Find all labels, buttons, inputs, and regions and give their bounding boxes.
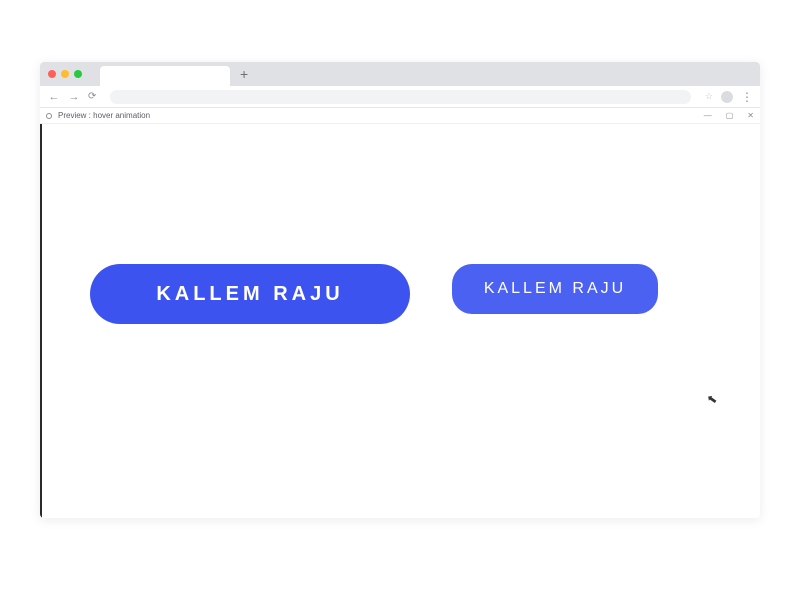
inner-close-button[interactable]: ✕ [747, 111, 754, 120]
inner-maximize-button[interactable]: ▢ [726, 111, 734, 120]
inner-window-controls: — ▢ ✕ [704, 111, 754, 120]
bookmark-icon[interactable]: ☆ [705, 91, 713, 102]
browser-tabbar: + [40, 62, 760, 86]
hover-button-small[interactable]: KALLEM RAJU [452, 264, 658, 314]
page-content: KALLEM RAJU KALLEM RAJU ⬉ [40, 124, 760, 518]
inner-minimize-button[interactable]: — [704, 111, 712, 120]
button-label-small: KALLEM RAJU [484, 280, 626, 298]
browser-window: + ← → ⟳ ☆ ⋮ Preview : hover animation — … [40, 62, 760, 518]
reload-button[interactable]: ⟳ [88, 91, 96, 102]
menu-icon[interactable]: ⋮ [741, 90, 752, 104]
hover-button-large[interactable]: KALLEM RAJU [90, 264, 410, 324]
new-tab-button[interactable]: + [240, 67, 248, 81]
forward-button[interactable]: → [68, 91, 80, 103]
maximize-window-button[interactable] [74, 70, 82, 78]
browser-tab[interactable] [100, 66, 230, 86]
traffic-lights [48, 70, 82, 78]
cursor-icon: ⬉ [706, 391, 718, 407]
back-button[interactable]: ← [48, 91, 60, 103]
button-label-large: KALLEM RAJU [156, 283, 343, 306]
address-bar[interactable] [110, 90, 691, 104]
minimize-window-button[interactable] [61, 70, 69, 78]
inner-window-title: Preview : hover animation [58, 111, 704, 120]
inner-titlebar: Preview : hover animation — ▢ ✕ [40, 108, 760, 124]
record-icon [46, 113, 52, 119]
close-window-button[interactable] [48, 70, 56, 78]
profile-avatar[interactable] [721, 91, 733, 103]
browser-toolbar: ← → ⟳ ☆ ⋮ [40, 86, 760, 108]
toolbar-right: ☆ ⋮ [705, 90, 752, 104]
